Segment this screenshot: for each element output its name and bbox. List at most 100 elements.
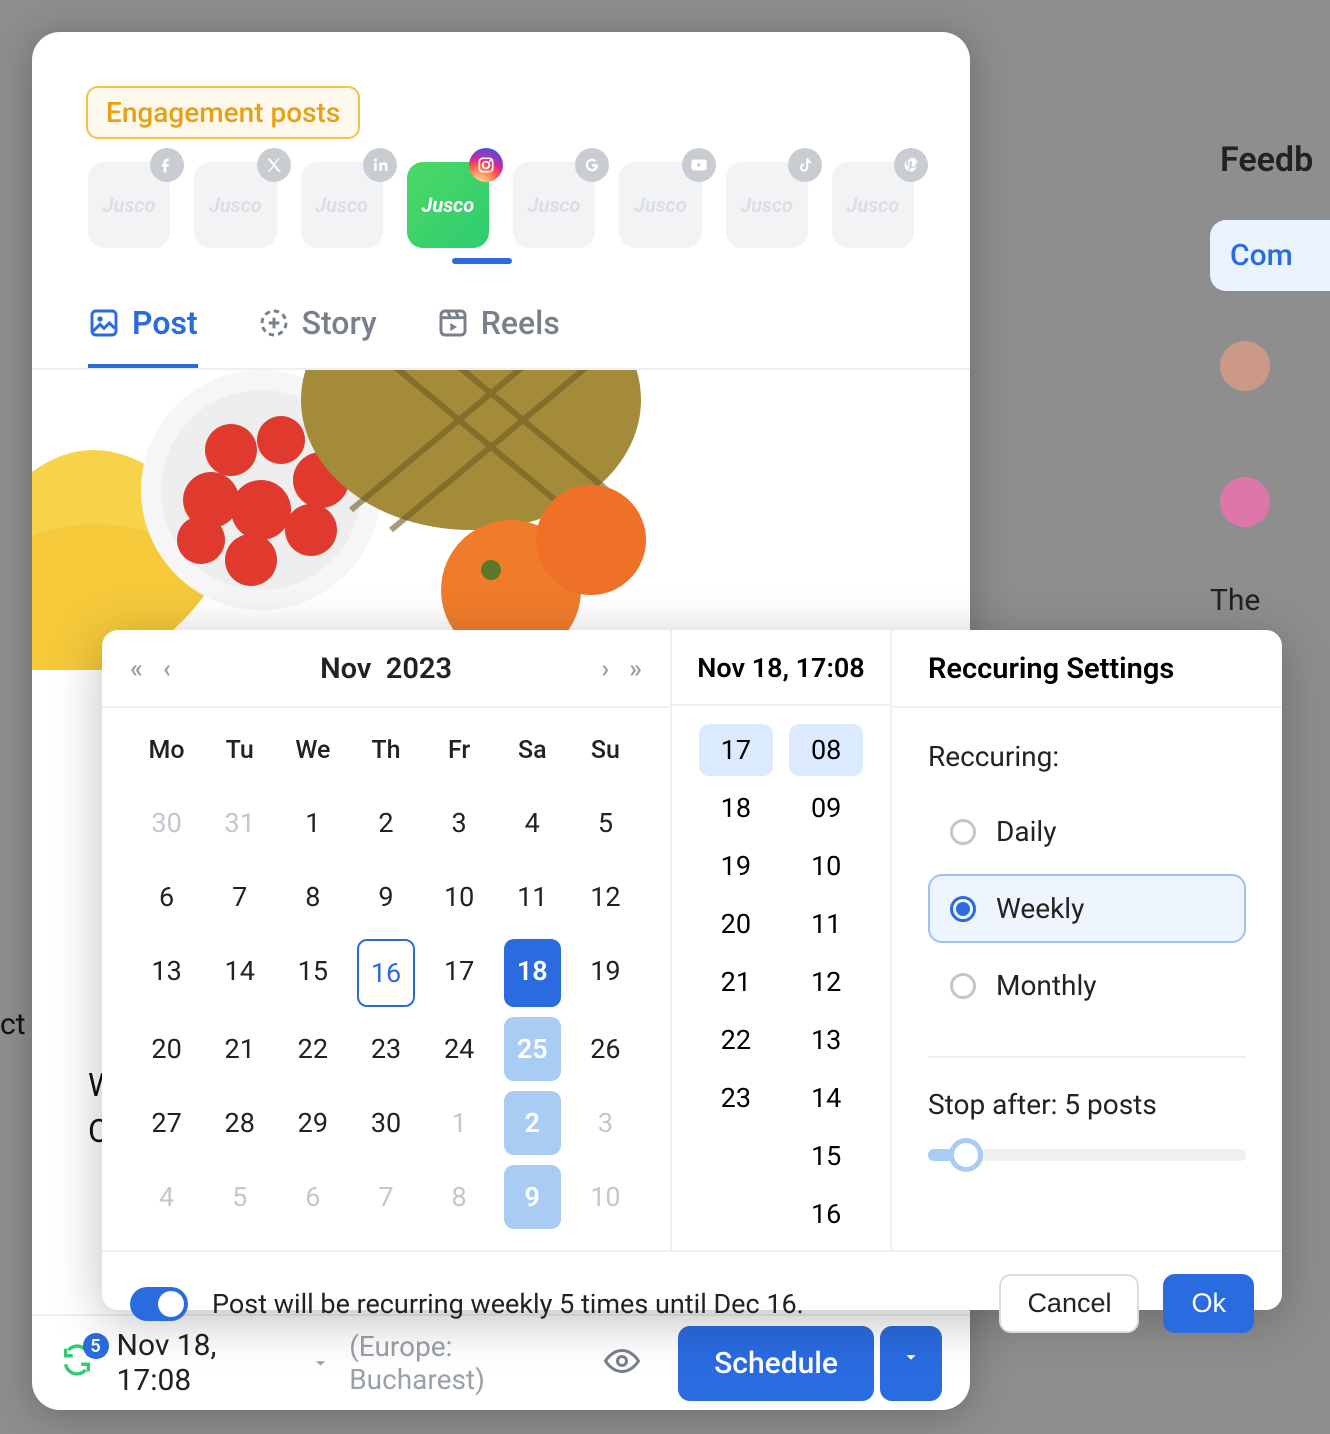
calendar-day[interactable]: 30 xyxy=(138,791,195,855)
hour-item[interactable]: 20 xyxy=(699,898,773,950)
calendar-day[interactable]: 7 xyxy=(357,1165,414,1229)
next-year-button[interactable]: » xyxy=(629,654,642,684)
recurring-option-daily[interactable]: Daily xyxy=(928,797,1246,866)
calendar-day[interactable]: 25 xyxy=(504,1017,561,1081)
hour-item[interactable]: 23 xyxy=(699,1072,773,1124)
bg-feedback-chip: Com xyxy=(1210,220,1330,291)
calendar-day[interactable]: 22 xyxy=(284,1017,341,1081)
calendar-day[interactable]: 16 xyxy=(357,939,414,1007)
calendar-day[interactable]: 20 xyxy=(138,1017,195,1081)
label-badge[interactable]: Engagement posts xyxy=(86,86,360,139)
calendar-day[interactable]: 14 xyxy=(211,939,268,1007)
platform-tile-youtube[interactable]: Jusco xyxy=(619,162,701,248)
calendar-day[interactable]: 7 xyxy=(211,865,268,929)
calendar-day[interactable]: 26 xyxy=(577,1017,634,1081)
recurring-label: Reccuring: xyxy=(928,740,1246,773)
slider-thumb[interactable] xyxy=(949,1138,983,1172)
calendar-day[interactable]: 2 xyxy=(504,1091,561,1155)
calendar-day[interactable]: 6 xyxy=(138,865,195,929)
platform-tile-x[interactable]: Jusco xyxy=(194,162,276,248)
ok-button[interactable]: Ok xyxy=(1163,1274,1254,1333)
hour-item[interactable]: 18 xyxy=(699,782,773,834)
calendar-day[interactable]: 23 xyxy=(357,1017,414,1081)
hour-item[interactable]: 22 xyxy=(699,1014,773,1066)
calendar-day[interactable]: 1 xyxy=(431,1091,488,1155)
tab-post[interactable]: Post xyxy=(88,304,198,368)
calendar-day[interactable]: 2 xyxy=(357,791,414,855)
calendar-day[interactable]: 12 xyxy=(577,865,634,929)
calendar-day[interactable]: 29 xyxy=(284,1091,341,1155)
calendar-day[interactable]: 6 xyxy=(284,1165,341,1229)
minute-item[interactable]: 08 xyxy=(789,724,863,776)
cancel-button[interactable]: Cancel xyxy=(999,1274,1139,1333)
calendar-day[interactable]: 13 xyxy=(138,939,195,1007)
hour-list[interactable]: 17 18 19 20 21 22 23 xyxy=(699,724,773,1240)
calendar-day[interactable]: 9 xyxy=(504,1165,561,1229)
platform-tile-pinterest[interactable]: Jusco xyxy=(832,162,914,248)
platform-tile-tiktok[interactable]: Jusco xyxy=(726,162,808,248)
platform-tile-instagram[interactable]: Jusco xyxy=(407,162,489,248)
radio-icon xyxy=(950,973,976,999)
calendar-day[interactable]: 5 xyxy=(577,791,634,855)
radio-icon xyxy=(950,896,976,922)
minute-item[interactable]: 12 xyxy=(789,956,863,1008)
calendar-day[interactable]: 8 xyxy=(431,1165,488,1229)
minute-item[interactable]: 15 xyxy=(789,1130,863,1182)
recurring-toggle[interactable] xyxy=(130,1287,188,1321)
story-icon xyxy=(258,307,290,339)
minute-item[interactable]: 09 xyxy=(789,782,863,834)
calendar-day[interactable]: 5 xyxy=(211,1165,268,1229)
calendar-day[interactable]: 10 xyxy=(431,865,488,929)
platform-tile-linkedin[interactable]: Jusco xyxy=(301,162,383,248)
calendar-day[interactable]: 1 xyxy=(284,791,341,855)
prev-year-button[interactable]: « xyxy=(130,654,143,684)
radio-label: Daily xyxy=(996,815,1056,848)
calendar-day[interactable]: 4 xyxy=(504,791,561,855)
calendar-day[interactable]: 28 xyxy=(211,1091,268,1155)
calendar-day[interactable]: 10 xyxy=(577,1165,634,1229)
calendar-day[interactable]: 8 xyxy=(284,865,341,929)
tab-story[interactable]: Story xyxy=(258,304,377,368)
calendar-day[interactable]: 27 xyxy=(138,1091,195,1155)
calendar-day[interactable]: 24 xyxy=(431,1017,488,1081)
platform-label: Jusco xyxy=(528,193,581,217)
dow-header: Sa xyxy=(496,726,569,783)
calendar-day[interactable]: 9 xyxy=(357,865,414,929)
prev-month-button[interactable]: ‹ xyxy=(163,654,171,684)
recurring-option-monthly[interactable]: Monthly xyxy=(928,951,1246,1020)
calendar-day[interactable]: 11 xyxy=(504,865,561,929)
dow-header: Tu xyxy=(203,726,276,783)
calendar-day[interactable]: 15 xyxy=(284,939,341,1007)
schedule-popover: « ‹ Nov 2023 › » MoTuWeThFrSaSu303112345… xyxy=(102,630,1282,1310)
hour-item[interactable]: 17 xyxy=(699,724,773,776)
minute-item[interactable]: 10 xyxy=(789,840,863,892)
calendar-day[interactable]: 4 xyxy=(138,1165,195,1229)
calendar-day[interactable]: 17 xyxy=(431,939,488,1007)
platform-tile-facebook[interactable]: Jusco xyxy=(88,162,170,248)
calendar-day[interactable]: 3 xyxy=(577,1091,634,1155)
calendar-day[interactable]: 19 xyxy=(577,939,634,1007)
minute-item[interactable]: 14 xyxy=(789,1072,863,1124)
next-month-button[interactable]: › xyxy=(601,654,609,684)
recurring-icon[interactable]: 5 xyxy=(60,1343,99,1383)
media-preview[interactable] xyxy=(32,370,970,670)
recurring-option-weekly[interactable]: Weekly xyxy=(928,874,1246,943)
calendar-day[interactable]: 3 xyxy=(431,791,488,855)
hour-item[interactable]: 21 xyxy=(699,956,773,1008)
dow-header: Su xyxy=(569,726,642,783)
reels-icon xyxy=(437,307,469,339)
calendar-day[interactable]: 18 xyxy=(504,939,561,1007)
time-header: Nov 18, 17:08 xyxy=(672,652,890,706)
platform-tile-google[interactable]: Jusco xyxy=(513,162,595,248)
chevron-down-icon[interactable] xyxy=(310,1352,331,1374)
tab-reels[interactable]: Reels xyxy=(437,304,560,368)
minute-item[interactable]: 13 xyxy=(789,1014,863,1066)
minute-list[interactable]: 08 09 10 11 12 13 14 15 16 xyxy=(789,724,863,1240)
minute-item[interactable]: 16 xyxy=(789,1188,863,1240)
minute-item[interactable]: 11 xyxy=(789,898,863,950)
hour-item[interactable]: 19 xyxy=(699,840,773,892)
calendar-day[interactable]: 30 xyxy=(357,1091,414,1155)
stop-after-slider[interactable] xyxy=(928,1149,1246,1161)
calendar-day[interactable]: 31 xyxy=(211,791,268,855)
calendar-day[interactable]: 21 xyxy=(211,1017,268,1081)
